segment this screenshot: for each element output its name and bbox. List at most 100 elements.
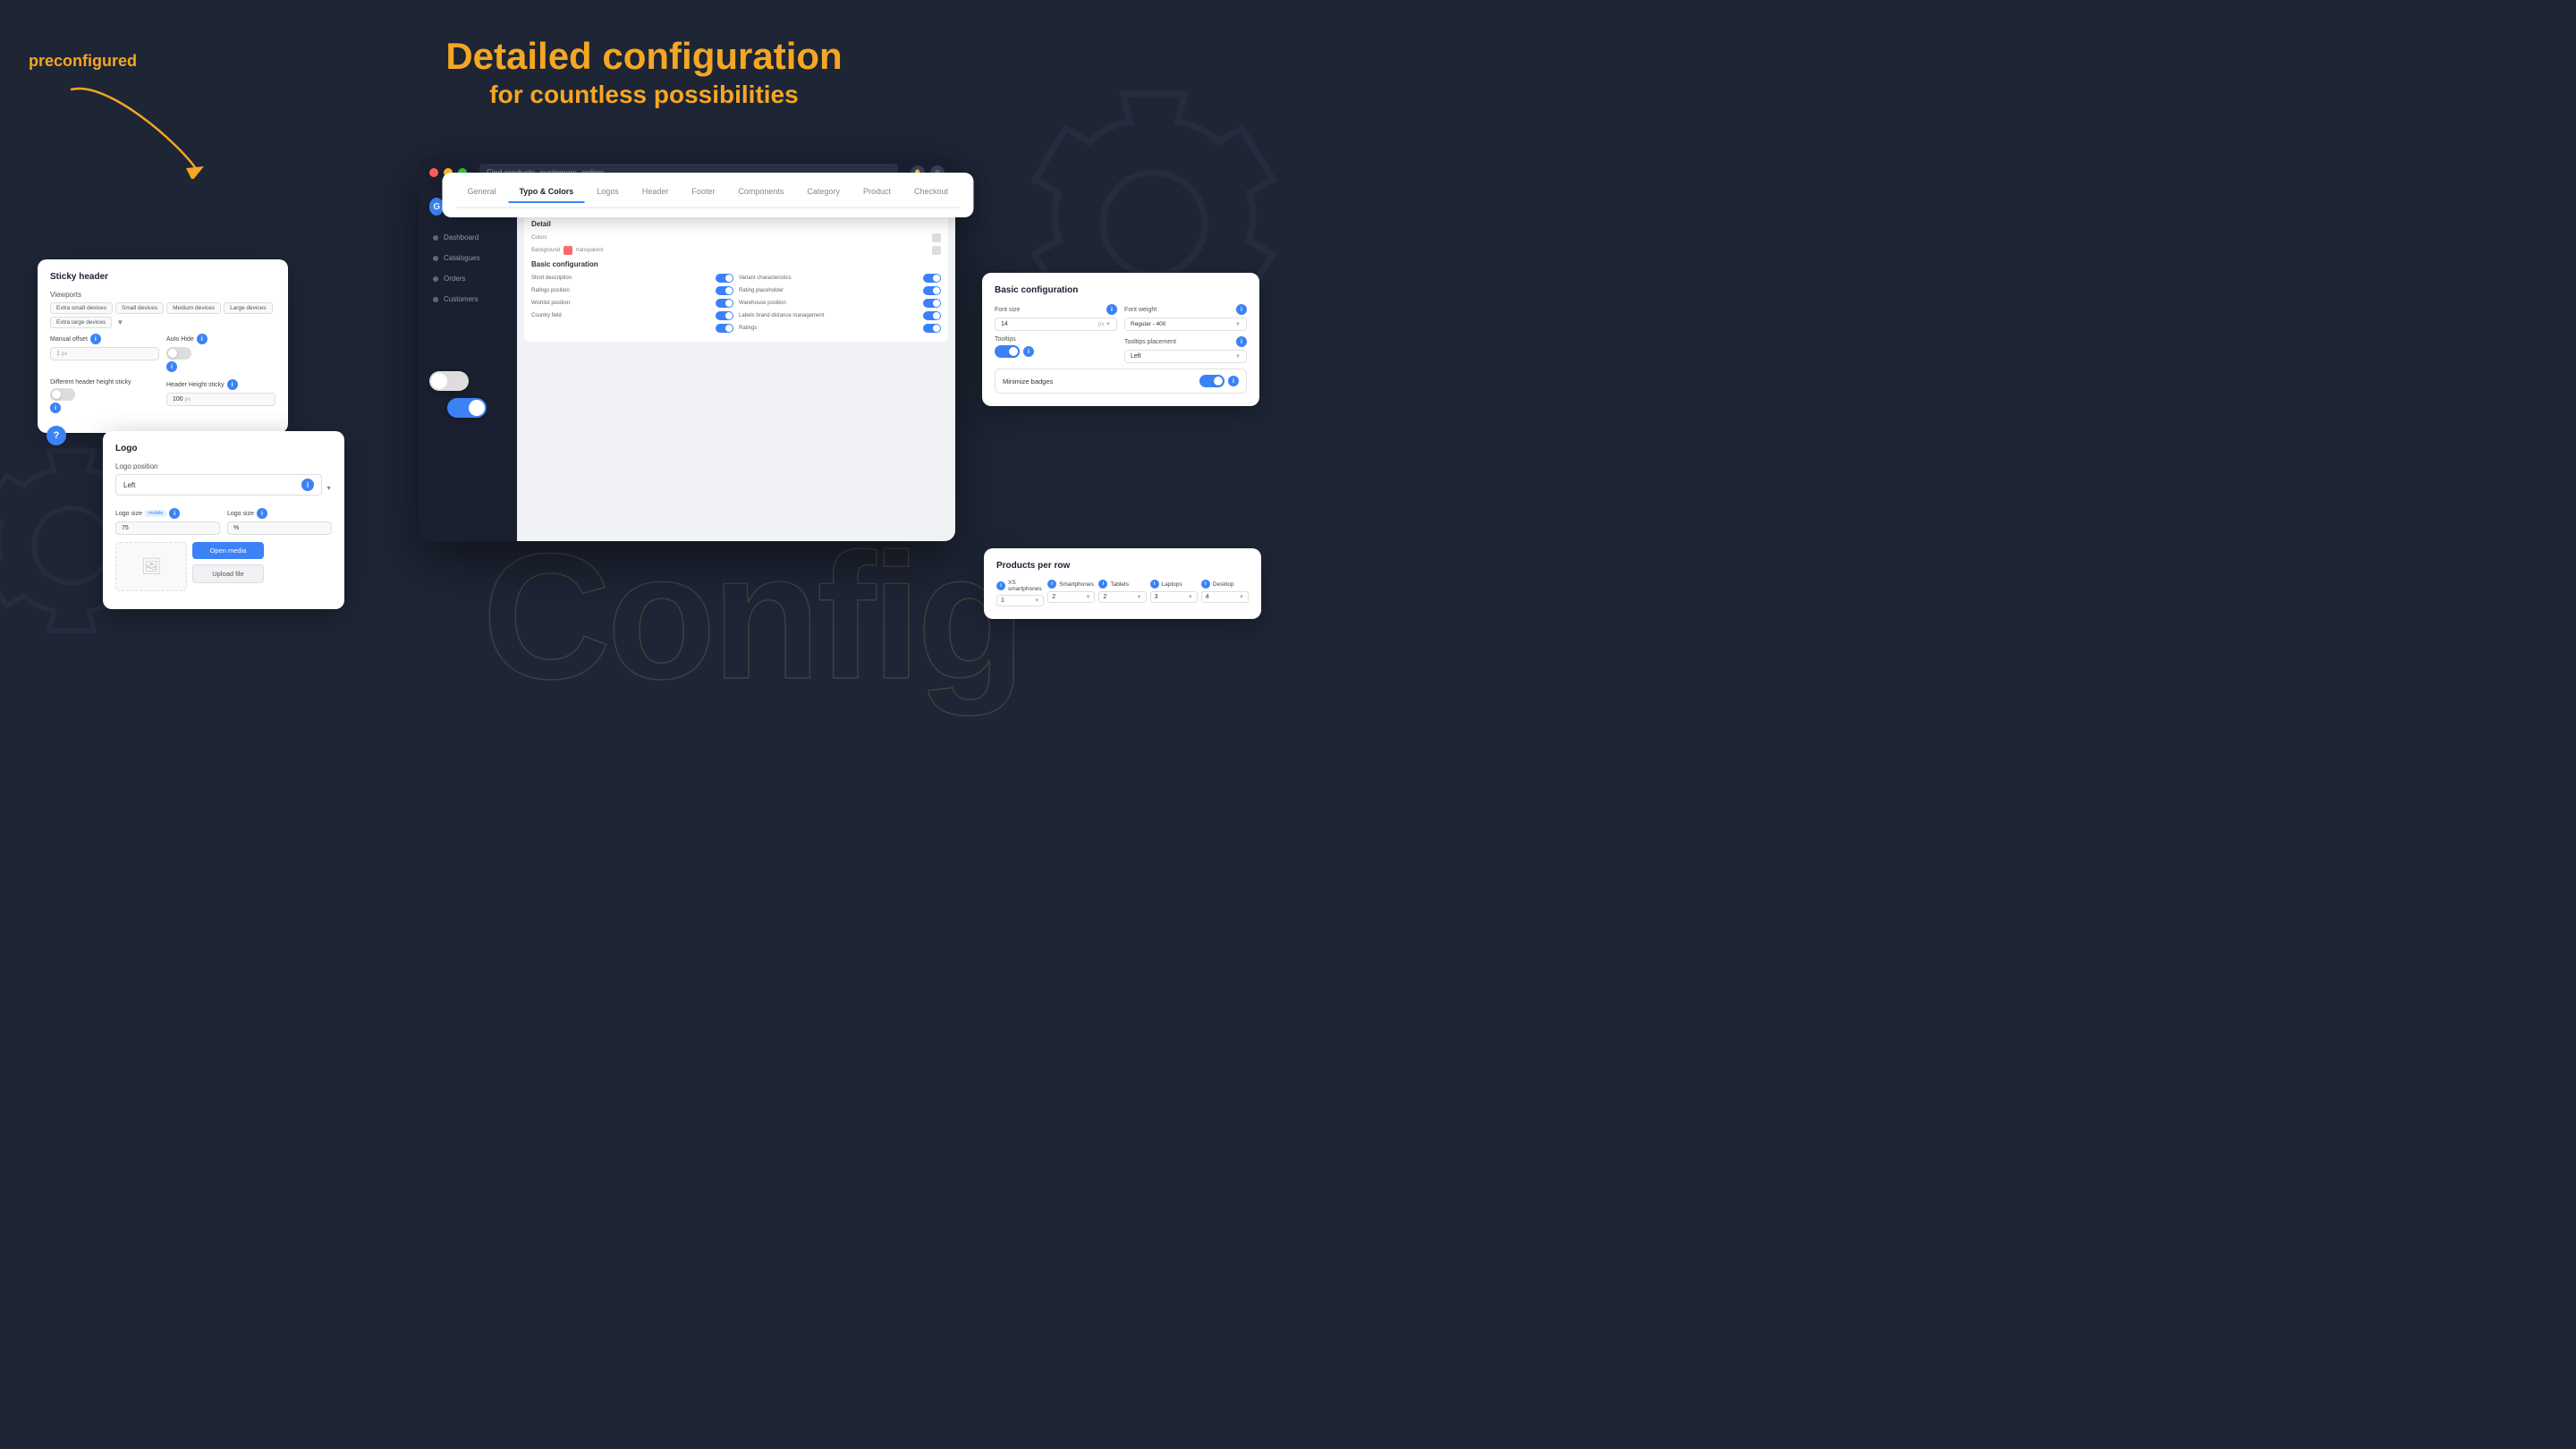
minimize-badges-label: Minimize badges	[1003, 377, 1053, 386]
preconfigured-label: preconfigured	[29, 52, 137, 71]
laptop-select[interactable]: 3▼	[1150, 591, 1198, 603]
tooltips-toggle[interactable]	[995, 345, 1020, 358]
upload-file-button[interactable]: Upload file	[192, 564, 264, 583]
sidebar-label-catalogues: Catalogues	[444, 254, 479, 262]
typo-tab-typo-colors[interactable]: Typo & Colors	[508, 182, 584, 203]
typo-tab-components[interactable]: Components	[727, 182, 794, 201]
logo-size-info2[interactable]: i	[257, 508, 267, 519]
viewport-tag-xs[interactable]: Extra small devices	[50, 302, 113, 314]
typo-tab-checkout[interactable]: Checkout	[903, 182, 959, 201]
tooltips-config-grid: Tooltips i Tooltips placement i Left ▼	[995, 336, 1247, 369]
manual-offset-label: Manual offset i	[50, 334, 159, 344]
minimize-badges-toggle[interactable]	[1199, 375, 1224, 387]
wishlist-pos-toggle[interactable]	[716, 299, 733, 308]
sidebar-label-dashboard: Dashboard	[444, 233, 479, 242]
tooltips-placement-info[interactable]: i	[1236, 336, 1247, 347]
different-header-field: Different header height sticky i	[50, 379, 159, 413]
manual-offset-input[interactable]: 1 px	[50, 347, 159, 360]
font-size-info[interactable]: i	[1106, 304, 1117, 315]
tooltips-placement-input[interactable]: Left ▼	[1124, 350, 1247, 363]
warehouse-pos-toggle[interactable]	[923, 299, 941, 308]
typo-tab-header[interactable]: Header	[631, 182, 680, 201]
typo-tab-product[interactable]: Product	[852, 182, 902, 201]
large-toggle-off[interactable]	[429, 371, 469, 391]
typo-tab-category[interactable]: Category	[796, 182, 851, 201]
logo-position-dropdown[interactable]: Left i	[115, 474, 322, 496]
typo-tab-general[interactable]: General	[456, 182, 506, 201]
viewport-tag-md[interactable]: Medium devices	[166, 302, 221, 314]
manual-offset-info[interactable]: i	[90, 334, 101, 344]
short-desc-toggle[interactable]	[716, 274, 733, 283]
logo-pos-info[interactable]: i	[301, 479, 314, 491]
detail-title: Detail	[531, 220, 941, 228]
laptop-info[interactable]: i	[1150, 580, 1159, 589]
basic-config-panel: Basic configuration Font size i 14 px ▼ …	[982, 273, 1259, 406]
logo-size-info[interactable]: i	[169, 508, 180, 519]
arrow-curve	[54, 72, 215, 179]
open-media-button[interactable]: Open media	[192, 542, 264, 559]
tooltips-info[interactable]: i	[1023, 346, 1034, 357]
sticky-header-panel: Sticky header Viewports Extra small devi…	[38, 259, 288, 433]
large-toggle-on[interactable]	[447, 398, 487, 418]
auto-hide-info2[interactable]: i	[166, 361, 177, 372]
different-header-toggle[interactable]	[50, 388, 75, 401]
product-col-desktop: i Desktop 4▼	[1201, 580, 1249, 606]
auto-hide-info[interactable]: i	[197, 334, 208, 344]
sm-label: Smartphones	[1059, 581, 1094, 588]
xs-info[interactable]: i	[996, 581, 1005, 590]
viewport-dropdown-arrow[interactable]: ▼	[114, 318, 125, 328]
main-content-area: General Typo & Colors Logos Header Foote…	[517, 189, 955, 541]
diff-header-info[interactable]: i	[50, 402, 61, 413]
sidebar-item-orders[interactable]: Orders	[426, 269, 510, 288]
logo-panel-title: Logo	[115, 444, 332, 453]
toggle-extra1[interactable]	[716, 324, 733, 333]
logo-size-mobile-field: Logo size mobile i 75	[115, 508, 220, 535]
viewport-tag-xl[interactable]: Extra large devices	[50, 317, 112, 328]
minimize-badges-row: Minimize badges i	[995, 369, 1247, 394]
sidebar-dot	[433, 256, 438, 261]
offset-row: Manual offset i 1 px Auto Hide i i	[50, 334, 275, 372]
tablet-select[interactable]: 2▼	[1098, 591, 1146, 603]
country-field-toggle[interactable]	[716, 311, 733, 320]
typo-tab-logos[interactable]: Logos	[586, 182, 630, 201]
help-button[interactable]: ?	[47, 426, 66, 445]
sidebar-item-customers[interactable]: Customers	[426, 290, 510, 309]
desktop-select[interactable]: 4▼	[1201, 591, 1249, 603]
toggle-overlay-off	[429, 371, 469, 391]
rating-placeholder-toggle[interactable]	[923, 286, 941, 295]
sidebar-item-catalogues[interactable]: Catalogues	[426, 249, 510, 267]
header-height-info[interactable]: i	[227, 379, 238, 390]
font-weight-info[interactable]: i	[1236, 304, 1247, 315]
basic-config-title: Basic configuration	[995, 285, 1247, 295]
typo-tab-footer[interactable]: Footer	[681, 182, 725, 201]
xs-select[interactable]: 1▼	[996, 595, 1044, 606]
logo-mobile-badge: mobile	[145, 510, 166, 517]
desktop-info[interactable]: i	[1201, 580, 1210, 589]
auto-hide-toggle[interactable]	[166, 347, 191, 360]
sm-select[interactable]: 2▼	[1047, 591, 1095, 603]
logo-panel: Logo Logo position Left i ▼ Logo size mo…	[103, 431, 344, 609]
labels-brand-toggle[interactable]	[923, 311, 941, 320]
sm-info[interactable]: i	[1047, 580, 1056, 589]
font-weight-input[interactable]: Regular - 400 ▼	[1124, 318, 1247, 331]
products-per-row-panel: Products per row i XS smartphones 1▼ i S…	[984, 548, 1261, 619]
logo-size-input[interactable]: 75	[115, 521, 220, 535]
font-size-input[interactable]: 14 px ▼	[995, 318, 1117, 331]
toggle-extra2[interactable]	[923, 324, 941, 333]
logo-size-desktop-input[interactable]: %	[227, 521, 332, 535]
header-height-input[interactable]: 100 px	[166, 393, 275, 406]
viewport-tag-lg[interactable]: Large devices	[224, 302, 272, 314]
viewport-tag-sm[interactable]: Small devices	[115, 302, 164, 314]
sidebar-item-dashboard[interactable]: Dashboard	[426, 228, 510, 247]
minimize-badges-info[interactable]: i	[1228, 376, 1239, 386]
variant-char-toggle[interactable]	[923, 274, 941, 283]
font-size-label: Font size i	[995, 304, 1117, 315]
logo-upload-area: 🖼	[115, 542, 187, 591]
ratings-pos-toggle[interactable]	[716, 286, 733, 295]
typo-colors-panel: General Typo & Colors Logos Header Foote…	[442, 173, 973, 217]
tablet-info[interactable]: i	[1098, 580, 1107, 589]
labels-brand-label: Labels brand distance management	[739, 313, 919, 318]
product-col-sm: i Smartphones 2▼	[1047, 580, 1095, 606]
watermark-text: Config	[482, 528, 1021, 707]
country-field-label: Country field	[531, 313, 712, 318]
